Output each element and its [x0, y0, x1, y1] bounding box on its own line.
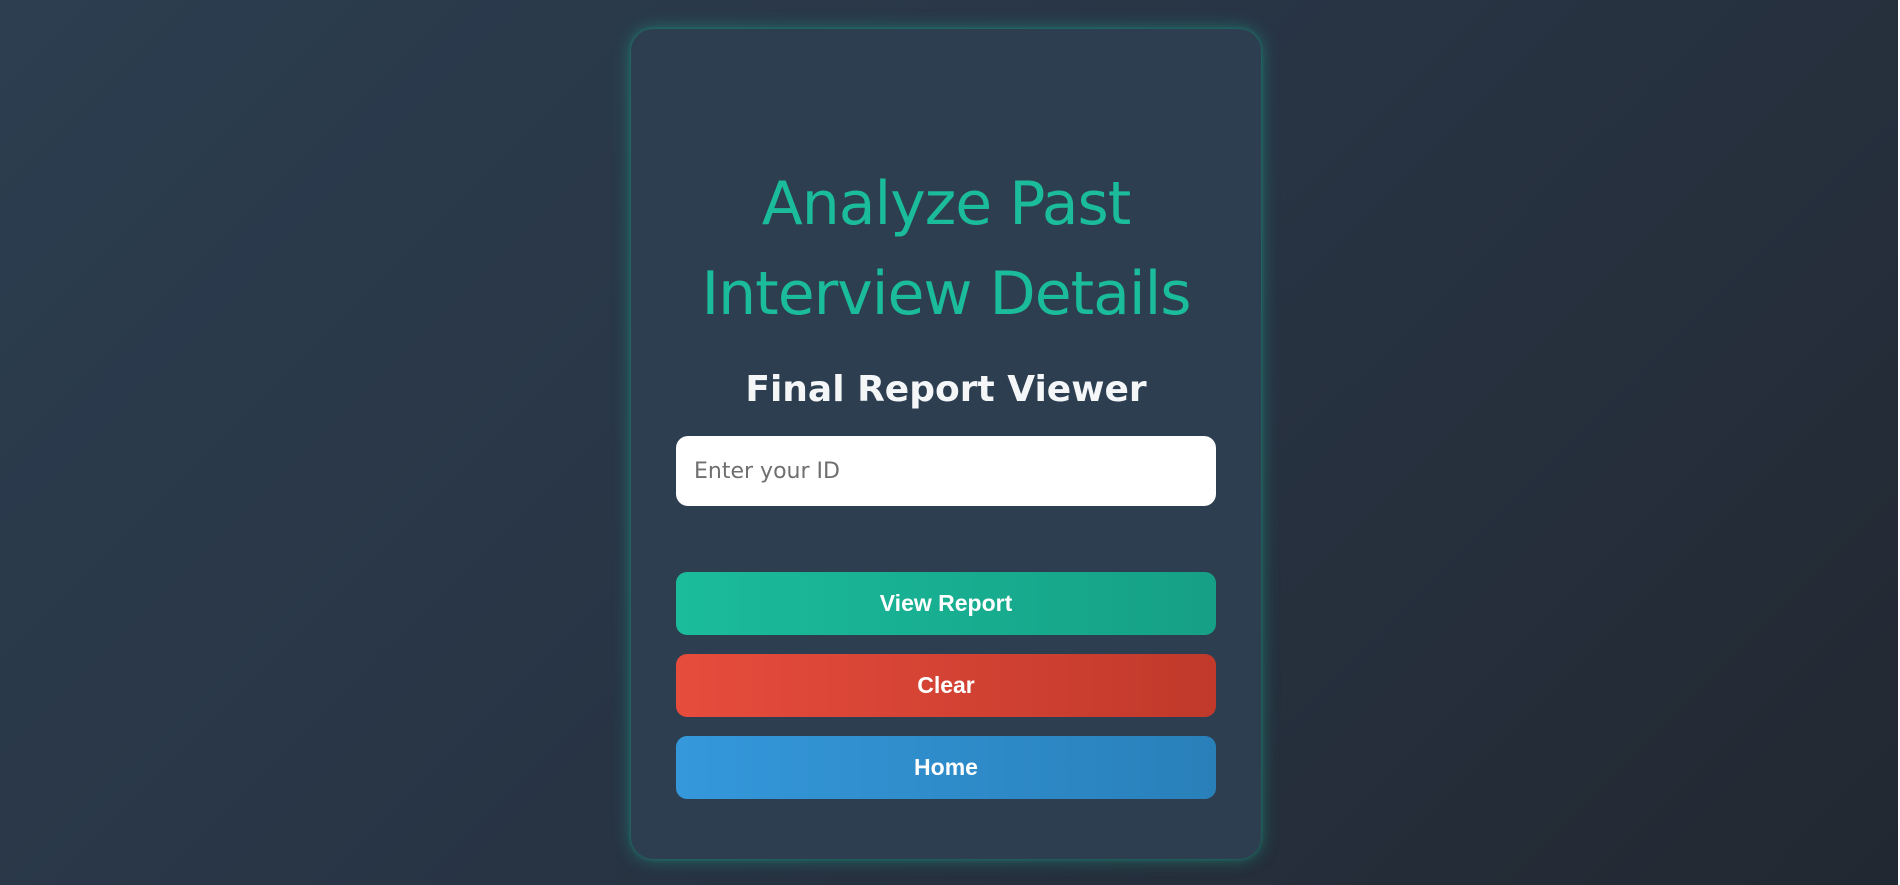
page-title-line-1: Analyze Past — [761, 169, 1132, 239]
page-title: Analyze Past Interview Details — [631, 159, 1261, 339]
clear-button[interactable]: Clear — [676, 654, 1216, 717]
home-button[interactable]: Home — [676, 736, 1216, 799]
page-subtitle: Final Report Viewer — [745, 369, 1147, 410]
report-viewer-card: Analyze Past Interview Details Final Rep… — [631, 29, 1261, 859]
id-input[interactable] — [676, 436, 1216, 506]
view-report-button[interactable]: View Report — [676, 572, 1216, 635]
page-title-line-2: Interview Details — [701, 259, 1191, 329]
